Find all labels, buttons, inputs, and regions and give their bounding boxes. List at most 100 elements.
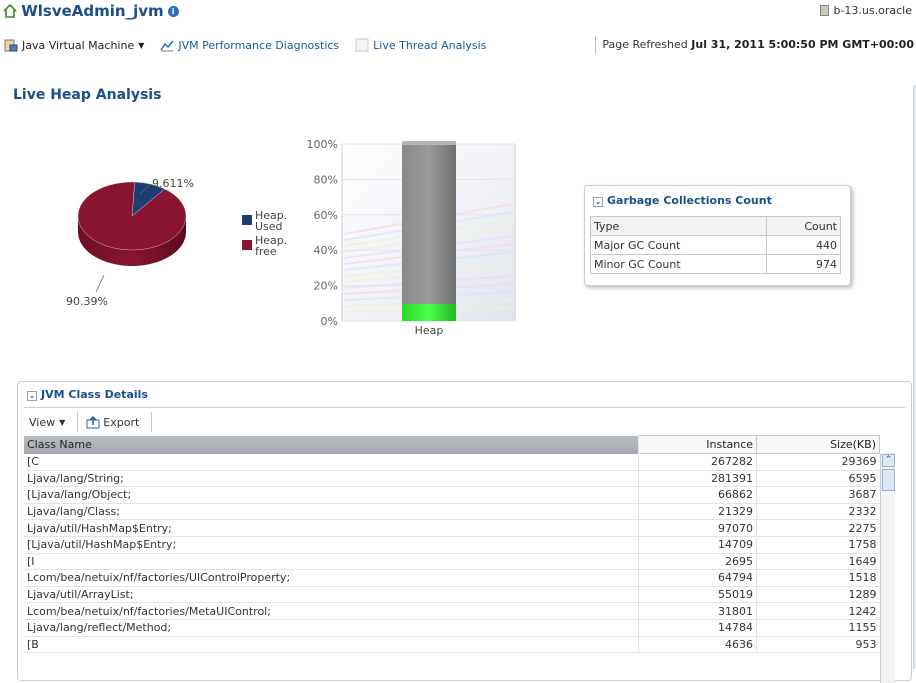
y-tick-label: 0% [321, 315, 338, 328]
gc-count-panel: ⌄ Garbage Collections Count Type Count Ma… [584, 185, 851, 286]
legend-label: Heap. Used [255, 209, 287, 233]
y-tick-label: 60% [314, 209, 338, 222]
column-header-class-name[interactable]: Class Name [24, 435, 640, 454]
class-name: [B [24, 636, 640, 654]
jvm-performance-diagnostics-link[interactable]: JVM Performance Diagnostics [160, 38, 339, 52]
y-tick-label: 100% [307, 138, 338, 151]
class-name: [Ljava/lang/Object; [24, 486, 640, 504]
instance-count: 97070 [638, 519, 758, 537]
class-name: Lcom/bea/netuix/nf/factories/MetaUIContr… [24, 602, 640, 620]
size-kb: 2332 [756, 503, 880, 521]
instance-count: 64794 [638, 569, 758, 587]
pie-slice-heap-free [77, 181, 187, 251]
view-menu[interactable]: View ▼ [25, 411, 73, 433]
legend-swatch [242, 215, 252, 225]
table-row[interactable]: Ljava/lang/String; 281391 6595 [24, 470, 880, 488]
y-tick-label: 40% [314, 244, 338, 257]
class-table: Class Name Instance Size(KB) [C 267282 293… [24, 435, 880, 654]
info-icon[interactable]: i [167, 6, 179, 17]
gc-count: 974 [765, 254, 842, 274]
instance-count: 4636 [638, 636, 758, 654]
size-kb: 3687 [756, 486, 880, 504]
export-button[interactable]: Export [82, 411, 147, 433]
divider [151, 412, 153, 432]
class-name: Ljava/util/ArrayList; [24, 586, 640, 604]
thread-icon [355, 38, 369, 52]
size-kb: 2275 [756, 519, 880, 537]
x-tick-label: Heap [415, 324, 444, 337]
column-header-type[interactable]: Type [590, 216, 767, 236]
table-row[interactable]: Ljava/util/ArrayList; 55019 1289 [24, 586, 880, 604]
gc-table: Type Count Major GC Count 440 Minor GC C… [590, 216, 842, 274]
gc-type: Major GC Count [590, 235, 767, 255]
class-name: Ljava/lang/Class; [24, 503, 640, 521]
y-tick-label: 20% [314, 280, 338, 293]
table-row[interactable]: [Ljava/lang/Object; 66862 3687 [24, 486, 880, 504]
gc-type: Minor GC Count [590, 254, 767, 274]
pie-label-used: 9.611% [152, 177, 194, 190]
instance-count: 14709 [638, 536, 758, 554]
bar-heap-free [402, 143, 456, 304]
size-kb: 1758 [756, 536, 880, 554]
divider [77, 412, 79, 432]
class-details-header[interactable]: ⌄ JVM Class Details [27, 388, 148, 401]
table-row[interactable]: [I 2695 1649 [24, 553, 880, 571]
performance-chart-icon [160, 40, 174, 52]
gc-panel-header[interactable]: ⌄ Garbage Collections Count [593, 194, 772, 207]
collapse-icon[interactable]: ⌄ [27, 391, 37, 401]
live-thread-analysis-link[interactable]: Live Thread Analysis [355, 38, 486, 52]
size-kb: 1242 [756, 602, 880, 620]
heap-charts: 9.611% 90.39% Heap. UsedHeap. free 0% 20% 40%… [66, 138, 516, 337]
size-kb: 1289 [756, 586, 880, 604]
table-row[interactable]: [Ljava/util/HashMap$Entry; 14709 1758 [24, 536, 880, 554]
class-name: [I [24, 553, 640, 571]
target-menu-bar: Java Virtual Machine ▼ JVM Performance D… [4, 37, 502, 53]
size-kb: 953 [756, 636, 880, 654]
instance-count: 2695 [638, 553, 758, 571]
jvm-menu[interactable]: Java Virtual Machine ▼ [4, 38, 144, 52]
class-details-panel: ⌄ JVM Class Details View ▼ Export Class N… [17, 381, 912, 683]
instance-count: 14784 [638, 619, 758, 637]
chevron-down-icon: ▼ [59, 417, 66, 427]
scroll-up-icon[interactable]: ⌃ [882, 454, 895, 467]
export-icon [86, 415, 100, 429]
column-header-count[interactable]: Count [765, 216, 842, 236]
legend-label: Heap. free [255, 234, 287, 258]
column-header-instance[interactable]: Instance [638, 435, 758, 454]
divider [24, 407, 905, 408]
table-row[interactable]: Major GC Count 440 [590, 235, 842, 255]
table-row[interactable]: Ljava/util/HashMap$Entry; 97070 2275 [24, 519, 880, 537]
vertical-scrollbar[interactable]: ⌃ [880, 453, 895, 683]
legend-swatch [242, 240, 252, 250]
table-row[interactable]: Lcom/bea/netuix/nf/factories/MetaUIContr… [24, 602, 880, 620]
instance-count: 281391 [638, 470, 758, 488]
collapse-icon[interactable]: ⌄ [593, 197, 603, 207]
table-row[interactable]: Minor GC Count 974 [590, 254, 842, 274]
refresh-time: Jul 31, 2011 5:00:50 PM GMT+00:00 [691, 38, 914, 51]
host-link[interactable]: b-13.us.oracle [820, 4, 912, 17]
table-row[interactable]: Ljava/lang/reflect/Method; 14784 1155 [24, 619, 880, 637]
page-title[interactable]: WlsveAdmin_jvm i [2, 2, 179, 20]
table-row[interactable]: Lcom/bea/netuix/nf/factories/UIControlPr… [24, 569, 880, 587]
column-header-size[interactable]: Size(KB) [756, 435, 880, 454]
class-name: Ljava/util/HashMap$Entry; [24, 519, 640, 537]
table-row[interactable]: [C 267282 29369 [24, 453, 880, 471]
scroll-thumb[interactable] [882, 469, 895, 491]
class-name: [Ljava/util/HashMap$Entry; [24, 536, 640, 554]
class-name: [C [24, 453, 640, 471]
size-kb: 1155 [756, 619, 880, 637]
gc-count: 440 [765, 235, 842, 255]
table-toolbar: View ▼ Export [25, 410, 156, 434]
page-refreshed: Page Refreshed Jul 31, 2011 5:00:50 PM G… [595, 36, 914, 54]
size-kb: 1518 [756, 569, 880, 587]
table-row[interactable]: [B 4636 953 [24, 636, 880, 654]
y-tick-label: 80% [314, 173, 338, 186]
pie-label-free: 90.39% [66, 295, 108, 308]
server-icon [820, 5, 830, 16]
size-kb: 29369 [756, 453, 880, 471]
table-row[interactable]: Ljava/lang/Class; 21329 2332 [24, 503, 880, 521]
instance-count: 66862 [638, 486, 758, 504]
home-icon [3, 3, 17, 18]
host-name[interactable]: b-13.us.oracle [833, 4, 912, 17]
target-name[interactable]: WlsveAdmin_jvm [21, 2, 163, 20]
